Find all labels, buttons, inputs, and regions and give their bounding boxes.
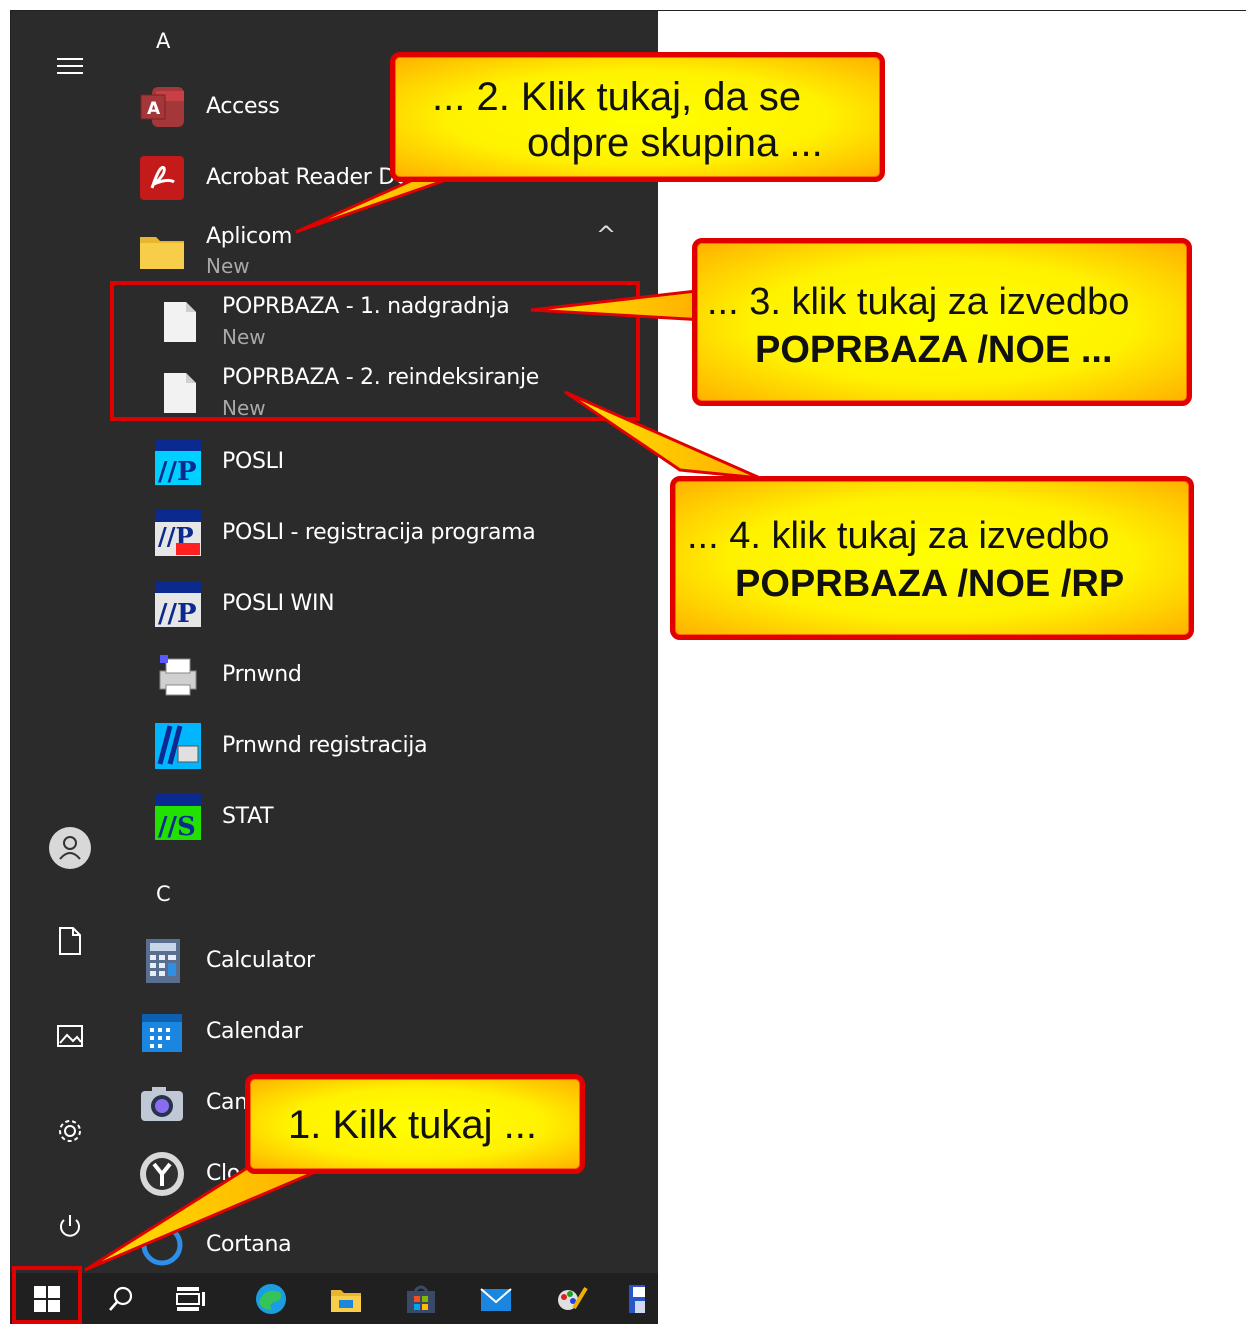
callout-step-3: ... 3. klik tukaj za izvedbo POPRBAZA /N… [692, 238, 1192, 406]
callout-step-4: ... 4. klik tukaj za izvedbo POPRBAZA /N… [670, 476, 1194, 640]
callout-step-1: 1. Kilk tukaj ... [245, 1074, 585, 1174]
callout-3-tail [530, 288, 707, 322]
callout-step-2: ... 2. Klik tukaj, da se odpre skupina .… [390, 52, 885, 182]
callout-pointers [84, 168, 761, 1272]
callout-1-tail [84, 1158, 326, 1272]
